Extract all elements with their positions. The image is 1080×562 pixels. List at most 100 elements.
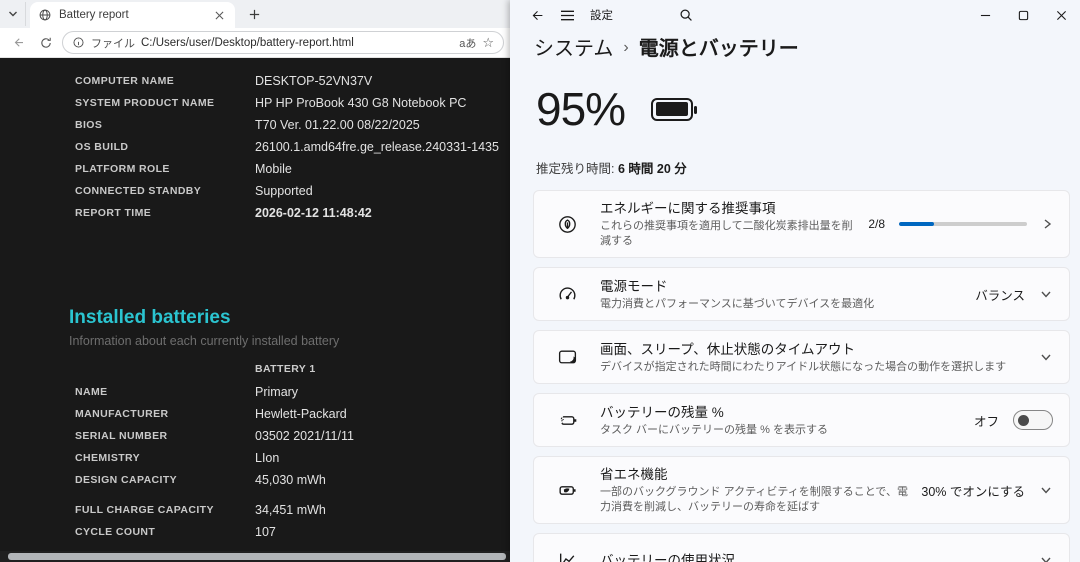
screen: Battery report ファイル C:/Users/user/Deskto… [0, 0, 1080, 562]
settings-cards: エネルギーに関する推奨事項 これらの推奨事項を適用して二酸化炭素排出量を削減する… [533, 190, 1070, 562]
search-icon[interactable] [671, 2, 701, 28]
row-value: 2026-02-12 11:48:42 [255, 206, 372, 220]
card-title: 画面、スリープ、休止状態のタイムアウト [600, 341, 856, 357]
refresh-icon[interactable] [34, 31, 58, 55]
new-tab-button[interactable] [241, 2, 267, 26]
recommendations-progress-bar [899, 222, 1027, 226]
table-row: PLATFORM ROLE Mobile [75, 158, 499, 180]
table-row: SERIAL NUMBER 03502 2021/11/11 [75, 425, 354, 447]
row-label: PLATFORM ROLE [75, 163, 170, 175]
card-title: バッテリーの残量 % [600, 404, 724, 420]
table-row: BIOS T70 Ver. 01.22.00 08/22/2025 [75, 114, 499, 136]
battery-percent: 95% [536, 83, 626, 135]
address-bar[interactable]: ファイル C:/Users/user/Desktop/battery-repor… [62, 31, 504, 54]
card-title: 電源モード [600, 278, 668, 294]
browser-tab[interactable]: Battery report [30, 2, 235, 28]
hamburger-menu-icon[interactable] [552, 2, 582, 28]
tab-close-icon[interactable] [211, 7, 227, 23]
card-desc: 一部のバックグラウンド アクティビティを制限することで、電力消費を削減し、バッテ… [600, 486, 908, 513]
table-row: NAME Primary [75, 381, 354, 403]
section-subtitle: Information about each currently install… [69, 334, 340, 348]
row-value: Primary [255, 385, 299, 399]
chevron-down-icon [1039, 288, 1053, 300]
battery-percentage-toggle[interactable] [1013, 410, 1053, 430]
chevron-down-icon [1039, 554, 1053, 562]
card-desc: デバイスが指定された時間にわたりアイドル状態になった場合の動作を選択します [600, 360, 1007, 373]
scrollbar-thumb[interactable] [8, 553, 506, 560]
card-battery-percentage[interactable]: バッテリーの残量 % タスク バーにバッテリーの残量 % を表示する オフ [533, 393, 1070, 447]
card-energy-saver[interactable]: 省エネ機能 一部のバックグラウンド アクティビティを制限することで、電力消費を削… [533, 456, 1070, 524]
card-energy-recommendations[interactable]: エネルギーに関する推奨事項 これらの推奨事項を適用して二酸化炭素排出量を削減する… [533, 190, 1070, 258]
row-label: CHEMISTRY [75, 452, 141, 464]
row-value: Mobile [255, 162, 292, 176]
table-row: SYSTEM PRODUCT NAME HP HP ProBook 430 G8 … [75, 92, 499, 114]
page-title: 電源とバッテリー [638, 38, 799, 60]
chevron-down-icon [1039, 484, 1053, 496]
table-row: CYCLE COUNT 107 [75, 521, 326, 543]
chevron-down-icon [1039, 351, 1053, 363]
browser-toolbar: ファイル C:/Users/user/Desktop/battery-repor… [0, 28, 510, 58]
estimate-value: 6 時間 20 分 [617, 162, 687, 176]
power-mode-gauge-icon [556, 283, 578, 305]
row-value: 26100.1.amd64fre.ge_release.240331-1435 [255, 140, 499, 154]
table-row: REPORT TIME 2026-02-12 11:48:42 [75, 202, 499, 224]
tab-title: Battery report [59, 9, 129, 21]
installed-batteries-section: Installed batteries Information about ea… [69, 307, 339, 348]
row-label: OS BUILD [75, 141, 129, 153]
battery-info-table: NAME Primary MANUFACTURER Hewlett-Packard … [75, 381, 354, 491]
estimate-label: 推定残り時間: [536, 162, 615, 176]
row-label: CYCLE COUNT [75, 526, 156, 538]
row-label: DESIGN CAPACITY [75, 474, 178, 486]
table-row: COMPUTER NAME DESKTOP-52VN37V [75, 70, 499, 92]
row-value: Supported [255, 184, 313, 198]
card-screen-sleep-timeouts[interactable]: 画面、スリープ、休止状態のタイムアウト デバイスが指定された時間にわたりアイドル… [533, 330, 1070, 384]
tab-search-chevron-icon[interactable] [0, 2, 26, 26]
table-row: FULL CHARGE CAPACITY 34,451 mWh [75, 499, 326, 521]
card-desc: 電力消費とパフォーマンスに基づいてデバイスを最適化 [600, 297, 875, 310]
row-value: 107 [255, 525, 276, 539]
close-button[interactable] [1042, 1, 1080, 29]
back-icon[interactable] [6, 31, 30, 55]
translate-icon[interactable]: aあ [459, 35, 476, 51]
table-row: CONNECTED STANDBY Supported [75, 180, 499, 202]
info-icon[interactable] [72, 36, 85, 49]
favorite-star-icon[interactable]: ☆ [482, 35, 494, 51]
maximize-button[interactable] [1004, 1, 1042, 29]
system-info-table: COMPUTER NAME DESKTOP-52VN37V SYSTEM PROD… [75, 70, 499, 224]
table-row: OS BUILD 26100.1.amd64fre.ge_release.2403… [75, 136, 499, 158]
breadcrumb-system[interactable]: システム [534, 32, 613, 61]
address-url[interactable]: C:/Users/user/Desktop/battery-report.htm… [141, 37, 453, 49]
battery-estimate: 推定残り時間: 6 時間 20 分 [536, 158, 693, 177]
battery-icon [651, 97, 698, 121]
card-title: エネルギーに関する推奨事項 [600, 201, 776, 216]
row-value: T70 Ver. 01.22.00 08/22/2025 [255, 118, 420, 132]
row-label: SYSTEM PRODUCT NAME [75, 97, 215, 109]
row-value: 34,451 mWh [255, 503, 326, 517]
card-title: バッテリーの使用状況 [600, 552, 735, 562]
row-label: MANUFACTURER [75, 408, 169, 420]
breadcrumb: システム › 電源とバッテリー [534, 32, 799, 61]
row-label: CONNECTED STANDBY [75, 185, 202, 197]
card-title: 省エネ機能 [600, 467, 668, 482]
row-label: FULL CHARGE CAPACITY [75, 504, 214, 516]
battery-usage-chart-icon [556, 549, 578, 562]
battery-column-header: BATTERY 1 [255, 363, 316, 375]
card-desc: これらの推奨事項を適用して二酸化炭素排出量を削減する [600, 220, 853, 247]
card-power-mode[interactable]: 電源モード 電力消費とパフォーマンスに基づいてデバイスを最適化 バランス [533, 267, 1070, 321]
energy-saver-icon [556, 479, 578, 501]
row-value: Hewlett-Packard [255, 407, 347, 421]
energy-saver-value: 30% でオンにする [921, 484, 1025, 499]
eco-leaf-icon [556, 213, 578, 235]
battery-percent-icon [556, 409, 578, 431]
settings-titlebar: 設定 [510, 0, 1080, 30]
card-battery-usage[interactable]: バッテリーの使用状況 [533, 533, 1070, 562]
row-value: 45,030 mWh [255, 473, 326, 487]
table-row: CHEMISTRY LIon [75, 447, 354, 469]
row-label: BIOS [75, 119, 103, 131]
horizontal-scrollbar[interactable] [0, 551, 510, 562]
back-icon[interactable] [522, 2, 552, 28]
minimize-button[interactable] [966, 1, 1004, 29]
tab-strip: Battery report [0, 0, 510, 28]
battery-capacity-table: FULL CHARGE CAPACITY 34,451 mWh CYCLE COU… [75, 499, 326, 543]
recommendations-fraction: 2/8 [868, 217, 885, 231]
